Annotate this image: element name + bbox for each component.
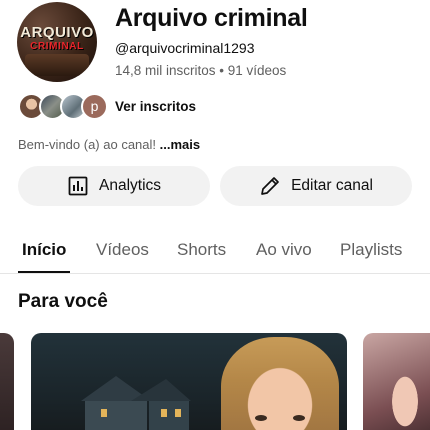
description-text: Bem-vindo (a) ao canal! <box>18 137 157 152</box>
video-thumbnail[interactable] <box>31 333 347 430</box>
analytics-label: Analytics <box>98 177 162 194</box>
channel-title: Arquivo criminal <box>115 4 308 32</box>
section-title: Para você <box>18 291 108 312</box>
bar-chart-icon <box>67 175 89 197</box>
channel-avatar[interactable]: ARQUIVO CRIMINAL <box>17 2 97 82</box>
house-illustration <box>81 376 191 430</box>
subscriber-avatar-initial: p <box>81 93 108 120</box>
active-tab-indicator <box>18 271 70 273</box>
avatar-logo-text: ARQUIVO <box>20 24 94 41</box>
subscriber-avatars[interactable]: p <box>18 93 108 121</box>
analytics-button[interactable]: Analytics <box>18 166 210 206</box>
tab-ao-vivo[interactable]: Ao vivo <box>256 240 312 260</box>
tab-inicio[interactable]: Início <box>22 240 66 260</box>
tab-videos[interactable]: Vídeos <box>96 240 149 260</box>
channel-handle: @arquivocriminal1293 <box>115 40 255 56</box>
see-subscribers-link[interactable]: Ver inscritos <box>115 99 196 114</box>
edit-channel-label: Editar canal <box>291 177 373 194</box>
channel-stats: 14,8 mil inscritos • 91 vídeos <box>115 63 287 78</box>
avatar-scene <box>25 54 89 76</box>
girl-portrait <box>221 337 339 430</box>
edit-channel-button[interactable]: Editar canal <box>220 166 412 206</box>
avatar-logo-subtext: CRIMINAL <box>30 41 84 52</box>
description-more-link[interactable]: ...mais <box>160 137 200 152</box>
portrait-eye <box>293 415 305 421</box>
tab-shorts[interactable]: Shorts <box>177 240 226 260</box>
video-thumbnail-next[interactable] <box>363 333 430 430</box>
tab-playlists[interactable]: Playlists <box>340 240 402 260</box>
video-thumbnail-prev[interactable] <box>0 333 14 430</box>
pencil-icon <box>259 175 281 197</box>
portrait-eye <box>255 415 267 421</box>
woman-portrait <box>385 363 425 430</box>
channel-description[interactable]: Bem-vindo (a) ao canal! ...mais <box>18 137 200 152</box>
channel-tabs: Início Vídeos Shorts Ao vivo Playlists <box>0 228 430 274</box>
